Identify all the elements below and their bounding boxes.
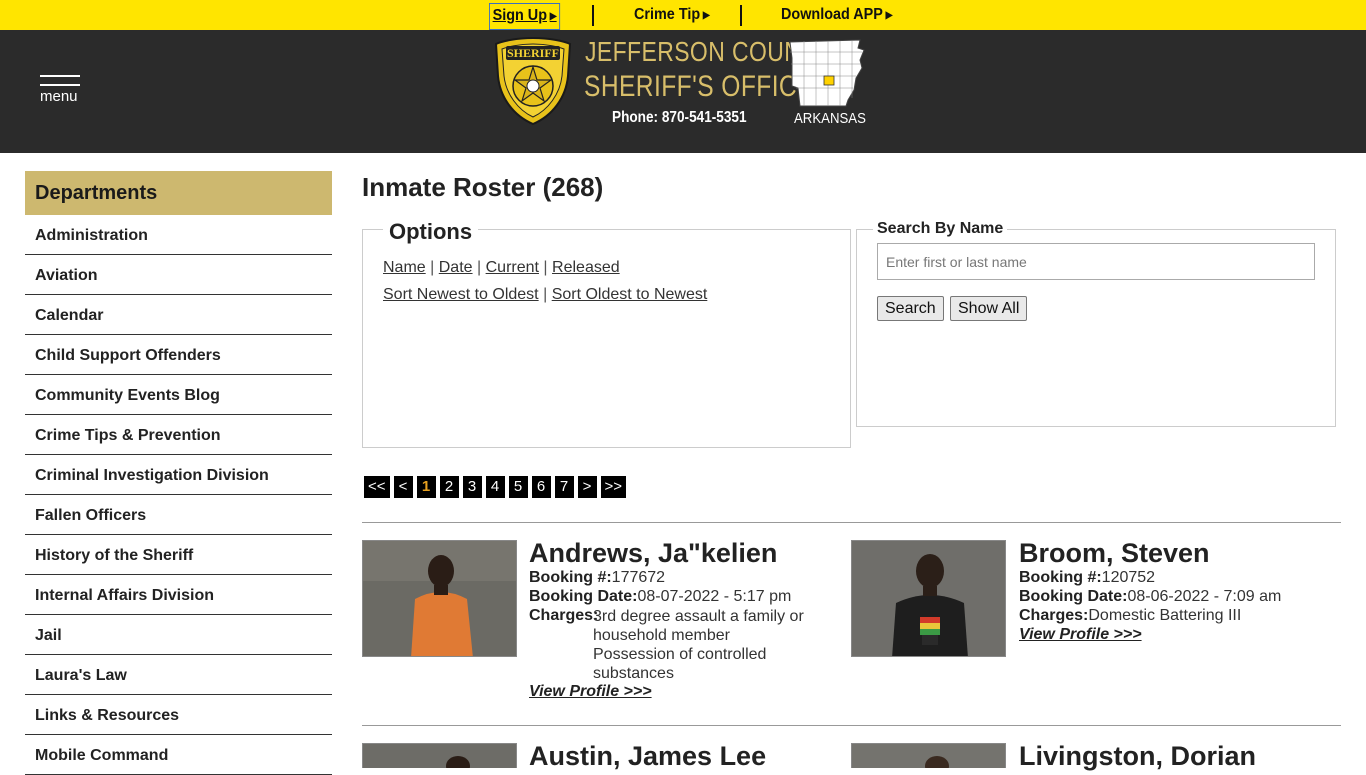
booking-date-value: 08-07-2022 - 5:17 pm: [637, 588, 792, 605]
sidebar-item-fallen-officers[interactable]: Fallen Officers: [25, 495, 332, 535]
options-legend: Options: [383, 219, 479, 245]
inmate-photo[interactable]: [362, 540, 517, 657]
inmate-name[interactable]: Broom, Steven: [1019, 538, 1210, 569]
divider: [362, 725, 1341, 726]
site-header: menu SHERIFF JEFFERSON COUNTY SHERIFF'S …: [0, 30, 1366, 153]
view-profile-link[interactable]: View Profile >>>: [529, 683, 652, 701]
filter-released-link[interactable]: Released: [552, 259, 620, 276]
sidebar-item-administration[interactable]: Administration: [25, 215, 332, 255]
sidebar-item-jail[interactable]: Jail: [25, 615, 332, 655]
page-next[interactable]: >: [577, 476, 597, 498]
sidebar-item-crime-tips[interactable]: Crime Tips & Prevention: [25, 415, 332, 455]
site-title-line2: SHERIFF'S OFFICE: [584, 70, 814, 103]
charge-item: 3rd degree assault a family or household…: [593, 608, 804, 644]
departments-sidebar: Departments Administration Aviation Cale…: [25, 171, 332, 775]
page-1[interactable]: 1: [416, 476, 436, 498]
sort-oldest-link[interactable]: Sort Oldest to Newest: [552, 286, 708, 303]
search-input[interactable]: [877, 243, 1315, 280]
menu-label: menu: [40, 88, 78, 105]
svg-text:SHERIFF: SHERIFF: [507, 46, 559, 60]
filter-name-link[interactable]: Name: [383, 259, 426, 276]
show-all-button[interactable]: Show All: [950, 296, 1028, 321]
arrow-right-icon: ▶: [549, 11, 557, 22]
charges-label: Charges:: [1019, 607, 1089, 624]
page-3[interactable]: 3: [462, 476, 482, 498]
booking-number-value: 177672: [611, 569, 666, 586]
page-title: Inmate Roster (268): [362, 172, 604, 202]
sort-newest-link[interactable]: Sort Newest to Oldest: [383, 286, 539, 303]
menu-button[interactable]: menu: [40, 75, 80, 105]
pagination: << < 1 2 3 4 5 6 7 > >>: [364, 476, 627, 498]
booking-number: Booking #:177672: [529, 569, 665, 587]
top-bar: Sign Up ▶ Crime Tip ▶ Download APP ▶: [0, 0, 1366, 30]
filter-date-link[interactable]: Date: [439, 259, 473, 276]
filter-links: Name | Date | Current | Released: [383, 259, 620, 277]
sidebar-item-mobile-command[interactable]: Mobile Command: [25, 735, 332, 775]
page-6[interactable]: 6: [531, 476, 551, 498]
page-first[interactable]: <<: [364, 476, 390, 498]
filter-current-link[interactable]: Current: [486, 259, 539, 276]
charges-label: Charges:: [529, 607, 598, 625]
booking-date: Booking Date:08-06-2022 - 7:09 am: [1019, 588, 1281, 606]
crime-tip-link[interactable]: Crime Tip ▶: [634, 6, 710, 24]
sidebar-item-lauras-law[interactable]: Laura's Law: [25, 655, 332, 695]
departments-heading: Departments: [25, 171, 332, 215]
charge-item: Possession of controlled substances: [593, 646, 767, 682]
sidebar-item-community-events-blog[interactable]: Community Events Blog: [25, 375, 332, 415]
sidebar-item-history[interactable]: History of the Sheriff: [25, 535, 332, 575]
charge-item: Domestic Battering III: [1088, 607, 1242, 624]
divider: [740, 5, 742, 26]
booking-date-label: Booking Date:: [1019, 588, 1128, 605]
inmate-name[interactable]: Andrews, Ja"kelien: [529, 538, 777, 569]
page-4[interactable]: 4: [485, 476, 505, 498]
inmate-name[interactable]: Austin, James Lee: [529, 741, 766, 772]
sidebar-item-calendar[interactable]: Calendar: [25, 295, 332, 335]
sidebar-item-internal-affairs[interactable]: Internal Affairs Division: [25, 575, 332, 615]
hamburger-icon-bar: [40, 84, 80, 86]
inmate-photo[interactable]: [851, 540, 1006, 657]
phone-number: Phone: 870-541-5351: [612, 109, 747, 126]
search-button[interactable]: Search: [877, 296, 944, 321]
sidebar-item-child-support-offenders[interactable]: Child Support Offenders: [25, 335, 332, 375]
hamburger-icon: [40, 75, 80, 77]
booking-number: Booking #:120752: [1019, 569, 1155, 587]
page-7[interactable]: 7: [554, 476, 574, 498]
arrow-right-icon: ▶: [702, 10, 710, 21]
view-profile-link[interactable]: View Profile >>>: [1019, 626, 1142, 644]
booking-number-label: Booking #:: [529, 569, 612, 586]
inmate-name[interactable]: Livingston, Dorian: [1019, 741, 1256, 772]
inmate-photo[interactable]: [362, 743, 517, 768]
booking-date: Booking Date:08-07-2022 - 5:17 pm: [529, 588, 791, 606]
charges-label-text: Charges:: [529, 607, 599, 624]
arrow-right-icon: ▶: [885, 10, 893, 21]
charges-list: 3rd degree assault a family or household…: [593, 607, 823, 683]
divider: [362, 522, 1341, 523]
sheriff-badge-logo[interactable]: SHERIFF: [494, 36, 572, 126]
separator: |: [477, 259, 482, 276]
booking-date-label: Booking Date:: [529, 588, 638, 605]
charges: Charges:Domestic Battering III: [1019, 607, 1241, 625]
sidebar-item-links-resources[interactable]: Links & Resources: [25, 695, 332, 735]
download-app-link[interactable]: Download APP ▶: [781, 6, 893, 24]
page-5[interactable]: 5: [508, 476, 528, 498]
sort-links: Sort Newest to Oldest | Sort Oldest to N…: [383, 286, 707, 304]
separator: |: [543, 259, 548, 276]
separator: |: [430, 259, 435, 276]
sidebar-item-criminal-investigation[interactable]: Criminal Investigation Division: [25, 455, 332, 495]
booking-number-label: Booking #:: [1019, 569, 1102, 586]
separator: |: [543, 286, 548, 303]
search-legend: Search By Name: [873, 220, 1008, 238]
booking-number-value: 120752: [1101, 569, 1156, 586]
signup-link[interactable]: Sign Up ▶: [489, 3, 561, 30]
booking-date-value: 08-06-2022 - 7:09 am: [1127, 588, 1282, 605]
state-label: ARKANSAS: [794, 110, 866, 127]
page-last[interactable]: >>: [600, 476, 627, 498]
arkansas-map-icon: [789, 39, 865, 107]
divider: [592, 5, 594, 26]
page-2[interactable]: 2: [439, 476, 459, 498]
page-prev[interactable]: <: [393, 476, 413, 498]
sidebar-item-aviation[interactable]: Aviation: [25, 255, 332, 295]
inmate-photo[interactable]: [851, 743, 1006, 768]
